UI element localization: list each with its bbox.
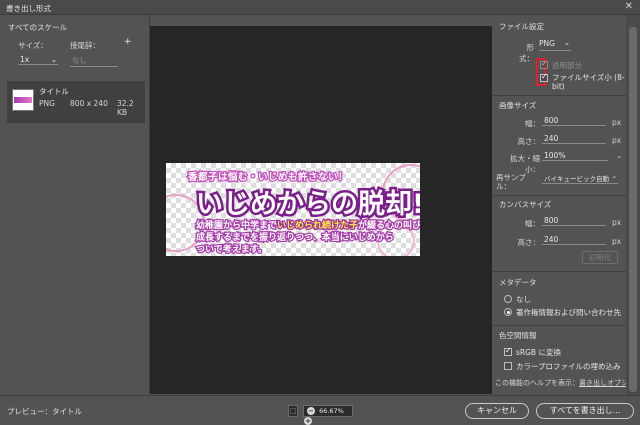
- canvas-width-input[interactable]: 800: [542, 216, 606, 226]
- preview-image: 香都子は悩む・いじめも許さない！ いじめからの脱却!! 幼稚園から中学までいじめ…: [166, 163, 420, 256]
- asset-filesize: 32.2 KB: [117, 99, 134, 117]
- image-height-label: 高さ：: [517, 137, 541, 146]
- resample-label: 再サンプル：: [496, 173, 526, 191]
- chevron-down-icon: ⌄: [611, 172, 617, 180]
- asset-dimensions: 800 x 240: [70, 99, 108, 108]
- srgb-label: sRGB に変換: [516, 348, 561, 357]
- chevron-down-icon: ⌄: [563, 38, 570, 47]
- scales-header: すべてのスケール: [8, 23, 68, 32]
- format-label: 形式：: [519, 43, 534, 63]
- suffix-label: 接尾辞：: [70, 41, 100, 50]
- resample-select[interactable]: バイキュービック自動 ⌄: [542, 172, 618, 184]
- embed-profile-label: カラープロファイルの埋め込み: [516, 362, 621, 371]
- canvas-height-input[interactable]: 240: [542, 235, 606, 245]
- image-width-label: 幅：: [525, 119, 540, 128]
- zoom-out-icon[interactable]: −: [307, 407, 315, 415]
- asset-name: タイトル: [39, 87, 69, 96]
- scale-select[interactable]: 1x ⌄: [18, 55, 58, 65]
- export-all-button[interactable]: すべてを書き出し...: [536, 403, 634, 419]
- scales-panel: すべてのスケール サイズ： 接尾辞： + 1x ⌄ なし タイトル PNG 80…: [0, 15, 150, 395]
- smaller-file-checkbox[interactable]: [540, 72, 548, 82]
- transparency-label: 透明部分: [552, 61, 582, 70]
- asset-format: PNG: [39, 99, 55, 108]
- scale-input[interactable]: 100%: [542, 151, 608, 161]
- image-height-input[interactable]: 240: [542, 134, 606, 144]
- canvas-size-header: カンバスサイズ: [499, 200, 552, 209]
- scale-label: 拡大・縮小：: [510, 154, 540, 174]
- format-select[interactable]: PNG ⌄: [539, 38, 571, 51]
- fit-icon[interactable]: ⬚: [288, 405, 298, 417]
- help-row: この機能のヘルプを表示：書き出しオプション: [495, 378, 627, 388]
- metadata-none-radio[interactable]: [504, 295, 512, 303]
- format-value: PNG: [539, 39, 555, 48]
- size-label: サイズ：: [18, 41, 48, 50]
- metadata-copyright-radio[interactable]: [504, 308, 512, 316]
- dialog-footer: プレビュー：タイトル ⬚ − 66.67% + キャンセル すべてを書き出し..…: [0, 395, 640, 425]
- asset-list-item[interactable]: タイトル PNG 800 x 240 32.2 KB: [7, 81, 145, 123]
- banner-tagline: 香都子は悩む・いじめも許さない！: [187, 171, 349, 185]
- srgb-checkbox[interactable]: [504, 346, 512, 356]
- color-space-header: 色空間情報: [499, 331, 537, 340]
- image-width-unit: px: [612, 118, 622, 127]
- canvas-height-unit: px: [612, 237, 622, 246]
- window-title: 書き出し形式: [6, 4, 51, 13]
- close-icon[interactable]: ✕: [625, 1, 633, 12]
- reset-button[interactable]: 初期化: [582, 251, 618, 264]
- cancel-button[interactable]: キャンセル: [465, 403, 529, 419]
- smaller-file-label: ファイルサイズ小 (8-bit): [552, 73, 625, 91]
- transparency-checkbox[interactable]: [540, 59, 548, 69]
- help-text: この機能のヘルプを表示：: [495, 379, 579, 387]
- settings-panel: ファイル設定 形式： PNG ⌄ 透明部分 ファイルサイズ小 (8-bit) 画…: [492, 15, 640, 395]
- banner-line-5: ついて考えます。: [195, 244, 268, 256]
- add-scale-button[interactable]: +: [124, 37, 132, 47]
- chevron-down-icon: ⌄: [50, 55, 57, 64]
- suffix-input[interactable]: なし: [70, 55, 118, 67]
- banner-title: いじめからの脱却!!: [194, 187, 420, 223]
- preview-label: プレビュー：タイトル: [7, 407, 82, 416]
- settings-scrollbar[interactable]: [626, 15, 640, 395]
- metadata-header: メタデータ: [499, 278, 537, 287]
- zoom-value: 66.67%: [319, 407, 344, 415]
- canvas-width-label: 幅：: [525, 219, 540, 228]
- asset-thumbnail: [12, 89, 34, 111]
- zoom-in-icon[interactable]: +: [304, 417, 312, 425]
- preview-canvas[interactable]: 香都子は悩む・いじめも許さない！ いじめからの脱却!! 幼稚園から中学までいじめ…: [150, 26, 492, 394]
- embed-profile-checkbox[interactable]: [504, 362, 512, 370]
- title-bar: 書き出し形式 ✕: [0, 0, 640, 15]
- file-settings-header: ファイル設定: [499, 22, 544, 31]
- metadata-copyright-label: 著作権情報および問い合わせ先: [516, 308, 621, 317]
- canvas-height-label: 高さ：: [517, 238, 541, 247]
- scale-value: 1x: [20, 55, 30, 64]
- canvas-width-unit: px: [612, 218, 622, 227]
- image-height-unit: px: [612, 136, 622, 145]
- chevron-down-icon[interactable]: ⌄: [616, 151, 622, 160]
- scrollbar-thumb[interactable]: [629, 27, 637, 392]
- help-link[interactable]: 書き出しオプション: [579, 379, 627, 387]
- metadata-none-label: なし: [516, 295, 531, 304]
- resample-value: バイキュービック自動: [544, 175, 609, 183]
- image-width-input[interactable]: 800: [542, 116, 606, 126]
- image-size-header: 画像サイズ: [499, 101, 537, 110]
- zoom-control: − 66.67% +: [303, 405, 353, 425]
